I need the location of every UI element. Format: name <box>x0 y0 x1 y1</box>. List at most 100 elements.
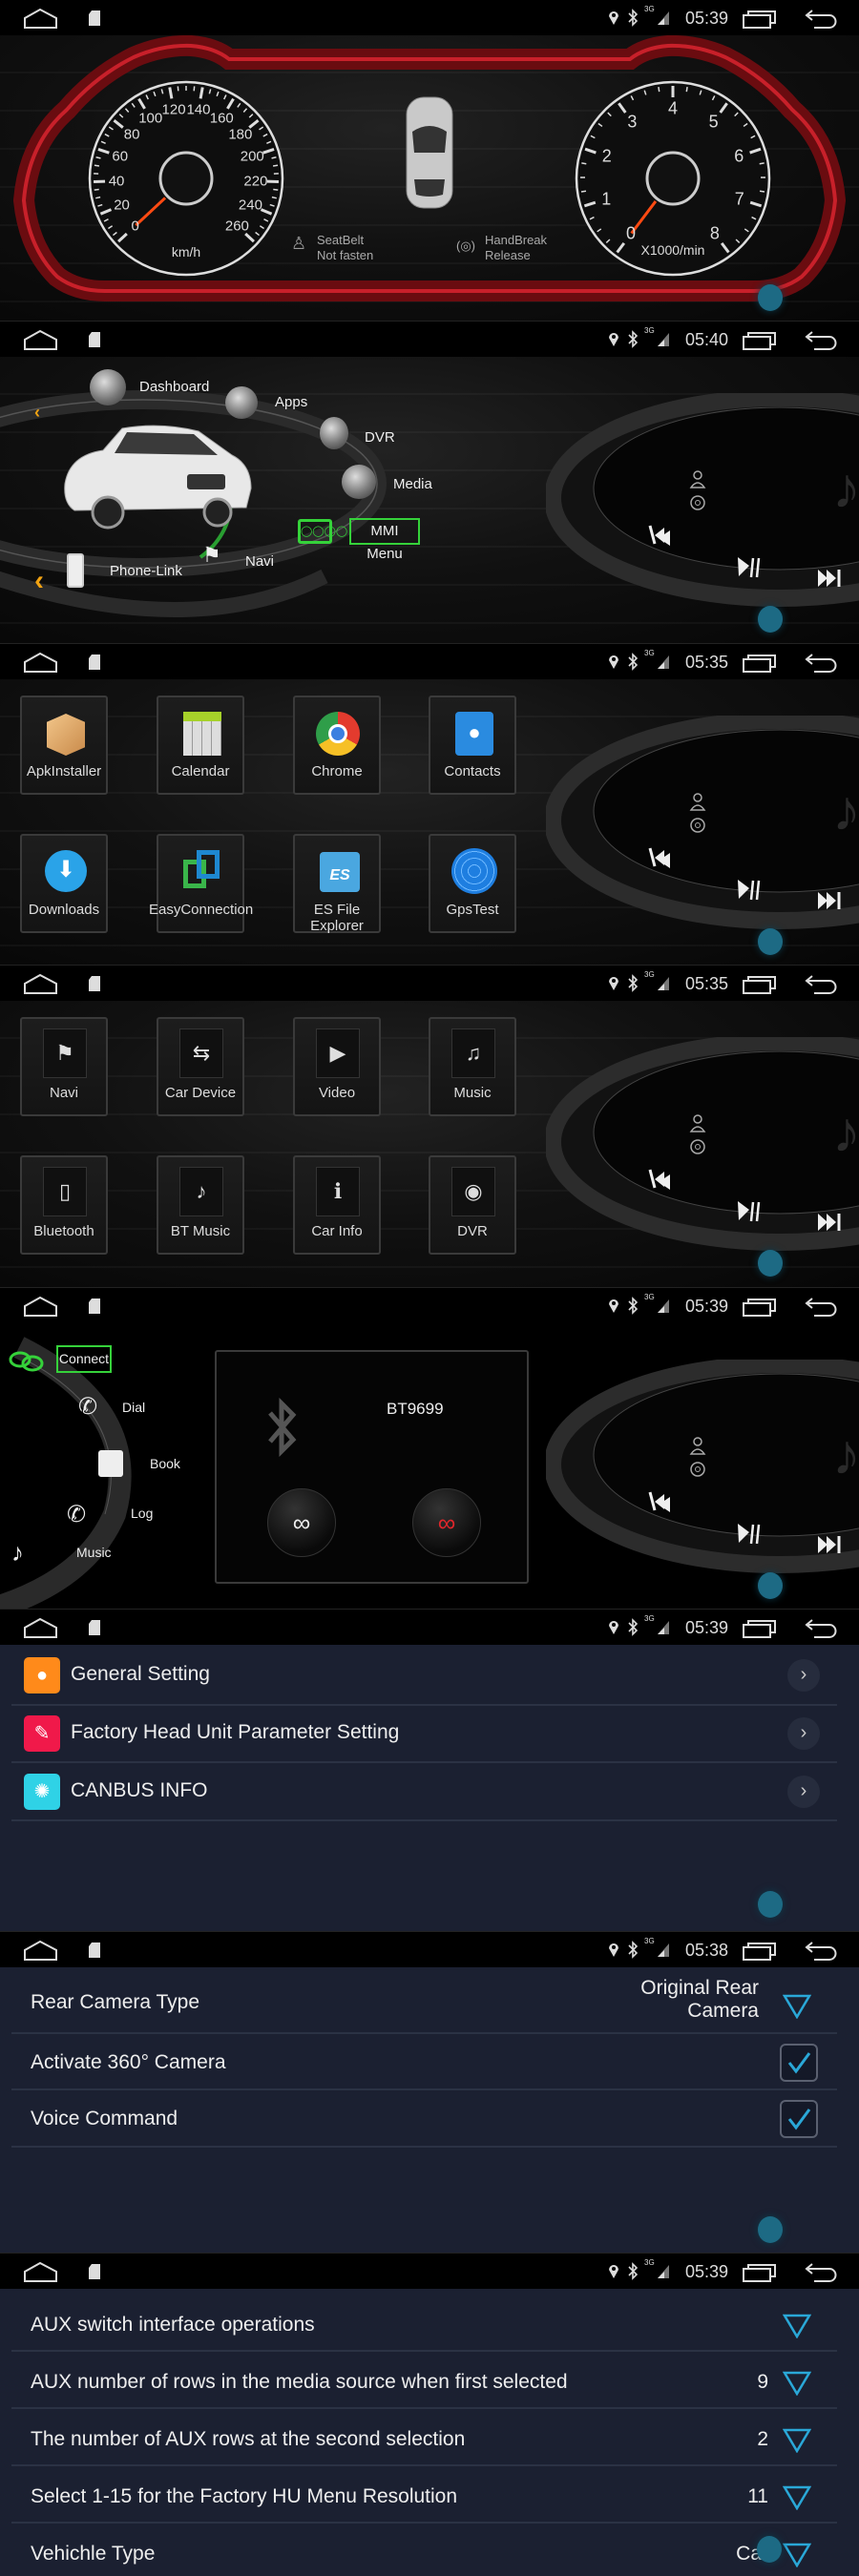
chevron-right-icon[interactable]: › <box>787 1717 820 1750</box>
back-icon[interactable] <box>805 1297 837 1318</box>
app-tile-downloads[interactable]: ⬇ Downloads <box>20 834 108 933</box>
app-tile-easyconnection[interactable]: EasyConnection <box>149 834 253 933</box>
recent-apps-icon[interactable] <box>743 331 777 350</box>
dropdown-triangle-icon[interactable] <box>783 1994 811 2019</box>
app-tile-chrome[interactable]: Chrome <box>293 696 381 795</box>
floating-assist-button[interactable] <box>757 2536 782 2563</box>
recent-apps-icon[interactable] <box>743 975 777 994</box>
phonebook-icon[interactable] <box>98 1450 123 1477</box>
dropdown-triangle-icon[interactable] <box>783 2314 811 2338</box>
chevron-right-icon[interactable]: › <box>787 1659 820 1692</box>
phone-link-icon[interactable] <box>67 553 84 588</box>
aux-setting-row[interactable]: Vehichle Type Car <box>11 2524 837 2576</box>
menu-item-mmi-menu[interactable]: MMI Menu <box>349 518 420 562</box>
next-icon[interactable] <box>816 1211 843 1234</box>
aux-setting-row[interactable]: The number of AUX rows at the second sel… <box>11 2409 837 2466</box>
app-tile-navi[interactable]: ⚑ Navi <box>20 1017 108 1116</box>
floating-assist-button[interactable] <box>758 284 783 311</box>
floating-assist-button[interactable] <box>758 1250 783 1277</box>
scroll-back-arrow-icon[interactable]: ‹ <box>34 565 44 597</box>
app-tile-apkinstaller[interactable]: ApkInstaller <box>20 696 108 795</box>
previous-icon[interactable] <box>647 1489 674 1514</box>
link-icon[interactable]: ∞ <box>267 1488 336 1557</box>
floating-assist-button[interactable] <box>758 606 783 633</box>
home-icon[interactable] <box>23 2262 58 2283</box>
back-icon[interactable] <box>805 653 837 674</box>
disc-icon[interactable] <box>342 465 376 499</box>
bt-menu-log[interactable]: Log <box>131 1506 153 1521</box>
aux-setting-row[interactable]: Select 1-15 for the Factory HU Menu Reso… <box>11 2466 837 2524</box>
home-icon[interactable] <box>23 9 58 30</box>
app-tile-video[interactable]: ▶ Video <box>293 1017 381 1116</box>
recent-apps-icon[interactable] <box>743 1942 777 1961</box>
back-icon[interactable] <box>805 9 837 30</box>
play-pause-icon[interactable] <box>735 553 762 580</box>
home-icon[interactable] <box>23 974 58 995</box>
call-log-icon[interactable]: ✆ <box>67 1501 86 1528</box>
bt-menu-dial[interactable]: Dial <box>122 1400 145 1415</box>
menu-item-dashboard[interactable]: Dashboard <box>139 379 209 395</box>
app-tile-es-file-explorer[interactable]: ES ES File Explorer <box>293 834 381 934</box>
back-icon[interactable] <box>805 974 837 995</box>
settings-item-2[interactable]: ✺ CANBUS INFO › <box>11 1764 837 1821</box>
play-pause-icon[interactable] <box>735 1197 762 1224</box>
bt-music-icon[interactable]: ♪ <box>11 1538 24 1568</box>
dialpad-icon[interactable]: ✆ <box>78 1393 97 1421</box>
back-icon[interactable] <box>805 330 837 351</box>
dropdown-triangle-icon[interactable] <box>783 2485 811 2510</box>
bt-menu-connect[interactable]: Connect <box>56 1345 112 1373</box>
menu-item-apps[interactable]: Apps <box>275 394 307 410</box>
settings-item-0[interactable]: ● General Setting › <box>11 1648 837 1706</box>
home-icon[interactable] <box>23 1941 58 1962</box>
play-pause-icon[interactable] <box>735 876 762 903</box>
next-icon[interactable] <box>816 1533 843 1556</box>
floating-assist-button[interactable] <box>758 1891 783 1918</box>
next-icon[interactable] <box>816 567 843 590</box>
recent-apps-icon[interactable] <box>743 2263 777 2282</box>
dropdown-triangle-icon[interactable] <box>783 2371 811 2396</box>
bt-menu-book[interactable]: Book <box>150 1456 180 1471</box>
floating-assist-button[interactable] <box>758 1572 783 1599</box>
unlink-icon[interactable]: ∞ <box>412 1488 481 1557</box>
dropdown-triangle-icon[interactable] <box>783 2428 811 2453</box>
play-pause-icon[interactable] <box>735 1520 762 1547</box>
webcam-icon[interactable] <box>320 417 348 449</box>
floating-assist-button[interactable] <box>758 2216 783 2243</box>
menu-item-phone-link[interactable]: Phone-Link <box>110 563 182 579</box>
checkbox-360-camera[interactable] <box>780 2044 818 2082</box>
app-tile-calendar[interactable]: Calendar <box>157 696 244 795</box>
setting-row-rear-camera-type[interactable]: Rear Camera Type Original Rear Camera <box>11 1970 837 2034</box>
setting-row-voice-command[interactable]: Voice Command <box>11 2090 837 2148</box>
checkbox-voice-command[interactable] <box>780 2100 818 2138</box>
app-tile-car-device[interactable]: ⇆ Car Device <box>157 1017 244 1116</box>
home-icon[interactable] <box>23 1297 58 1318</box>
home-icon[interactable] <box>23 653 58 674</box>
recent-apps-icon[interactable] <box>743 1298 777 1317</box>
menu-item-media[interactable]: Media <box>393 476 432 492</box>
recent-apps-icon[interactable] <box>743 10 777 29</box>
settings-item-1[interactable]: ✎ Factory Head Unit Parameter Setting › <box>11 1706 837 1763</box>
audi-grille-icon[interactable]: ◯◯◯◯ <box>298 519 347 544</box>
aux-setting-row[interactable]: AUX number of rows in the media source w… <box>11 2352 837 2409</box>
menu-item-dvr[interactable]: DVR <box>365 429 395 446</box>
recent-apps-icon[interactable] <box>743 654 777 673</box>
previous-icon[interactable] <box>647 1167 674 1192</box>
app-tile-gpstest[interactable]: GpsTest <box>429 834 516 933</box>
app-tile-music[interactable]: ♫ Music <box>429 1017 516 1116</box>
app-tile-dvr[interactable]: ◉ DVR <box>429 1155 516 1255</box>
back-icon[interactable] <box>805 2262 837 2283</box>
next-icon[interactable] <box>816 889 843 912</box>
previous-icon[interactable] <box>647 523 674 548</box>
home-icon[interactable] <box>23 1618 58 1639</box>
scroll-up-arrow-icon[interactable]: ‹ <box>34 403 40 423</box>
app-tile-bluetooth[interactable]: ▯ Bluetooth <box>20 1155 108 1255</box>
link-rings-icon[interactable] <box>8 1349 46 1374</box>
home-icon[interactable] <box>23 330 58 351</box>
menu-item-navi[interactable]: Navi <box>245 553 274 570</box>
app-tile-contacts[interactable]: ● Contacts <box>429 696 516 795</box>
recent-apps-icon[interactable] <box>743 1619 777 1638</box>
apps-icon[interactable] <box>225 386 258 419</box>
app-tile-car-info[interactable]: ℹ Car Info <box>293 1155 381 1255</box>
aux-setting-row[interactable]: AUX switch interface operations <box>11 2295 837 2352</box>
checkered-flag-icon[interactable]: ⚑ <box>202 543 221 568</box>
